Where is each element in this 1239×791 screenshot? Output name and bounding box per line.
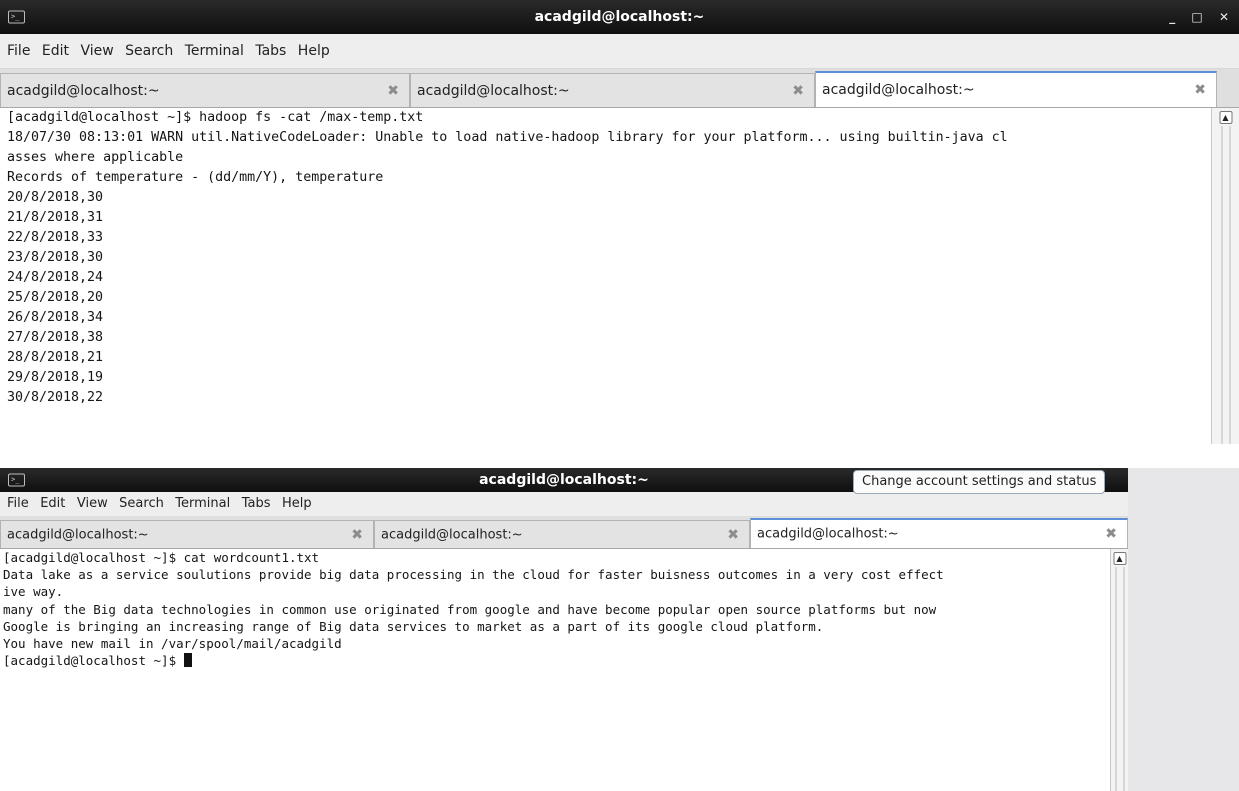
menu-view[interactable]: View xyxy=(80,34,113,68)
menu-edit[interactable]: Edit xyxy=(42,34,69,68)
text-cursor xyxy=(183,653,192,668)
terminal-line: Data lake as a service soulutions provid… xyxy=(3,567,944,583)
terminal-line: You have new mail in /var/spool/mail/aca… xyxy=(3,636,342,652)
tab-label: acadgild@localhost:~ xyxy=(7,82,160,99)
terminal-line: [acadgild@localhost ~]$ cat wordcount1.t… xyxy=(3,550,320,565)
terminal-line: 26/8/2018,34 xyxy=(7,310,104,325)
terminal-line: 22/8/2018,33 xyxy=(7,230,104,245)
scrollbar-track[interactable] xyxy=(1221,126,1230,444)
close-icon[interactable]: ✖ xyxy=(1194,82,1206,98)
terminal-line: ive way. xyxy=(3,584,64,600)
terminal-line: Google is bringing an increasing range o… xyxy=(3,618,824,634)
close-icon[interactable]: ✖ xyxy=(351,527,363,543)
menu-help[interactable]: Help xyxy=(282,492,312,516)
menu-terminal[interactable]: Terminal xyxy=(175,492,230,516)
tab-2[interactable]: acadgild@localhost:~ ✖ xyxy=(374,520,750,548)
tab-1[interactable]: acadgild@localhost:~ ✖ xyxy=(0,73,410,107)
terminal-output[interactable]: [acadgild@localhost ~]$ cat wordcount1.t… xyxy=(0,549,1111,791)
terminal-line: 27/8/2018,38 xyxy=(7,330,104,345)
close-icon[interactable]: ✖ xyxy=(1105,526,1117,542)
menubar: File Edit View Search Terminal Tabs Help xyxy=(0,34,1239,69)
window-title: acadgild@localhost:~ xyxy=(534,9,705,25)
tab-2[interactable]: acadgild@localhost:~ ✖ xyxy=(410,73,815,107)
scroll-up-arrow-icon[interactable]: ▲ xyxy=(1113,552,1126,565)
tab-label: acadgild@localhost:~ xyxy=(822,82,975,98)
tab-3-active[interactable]: acadgild@localhost:~ ✖ xyxy=(815,71,1217,107)
menu-tabs[interactable]: Tabs xyxy=(255,34,286,68)
menu-help[interactable]: Help xyxy=(298,34,330,68)
scrollbar-track[interactable] xyxy=(1115,567,1124,791)
maximize-icon[interactable]: □ xyxy=(1191,10,1202,24)
close-icon[interactable]: ✖ xyxy=(387,83,399,99)
terminal-line: 21/8/2018,31 xyxy=(7,210,104,225)
menu-search[interactable]: Search xyxy=(119,492,164,516)
terminal-window-top: >_ acadgild@localhost:~ _ □ ✕ File Edit … xyxy=(0,0,1239,444)
menu-tabs[interactable]: Tabs xyxy=(242,492,271,516)
terminal-line: many of the Big data technologies in com… xyxy=(3,601,937,617)
vertical-scrollbar[interactable]: ▲ xyxy=(1110,549,1128,791)
scroll-up-arrow-icon[interactable]: ▲ xyxy=(1219,111,1232,124)
menu-file[interactable]: File xyxy=(7,34,30,68)
terminal-prompt-line: [acadgild@localhost ~]$ xyxy=(0,652,1111,669)
menu-terminal[interactable]: Terminal xyxy=(185,34,244,68)
shell-prompt: [acadgild@localhost ~]$ xyxy=(3,653,184,669)
close-icon[interactable]: ✖ xyxy=(792,83,804,99)
window-titlebar[interactable]: >_ acadgild@localhost:~ _ □ ✕ xyxy=(0,0,1239,34)
terminal-line: asses where applicable xyxy=(7,150,184,165)
menu-edit[interactable]: Edit xyxy=(40,492,65,516)
terminal-line: 24/8/2018,24 xyxy=(7,270,104,285)
tab-1[interactable]: acadgild@localhost:~ ✖ xyxy=(0,520,374,548)
terminal-line: 29/8/2018,19 xyxy=(7,370,104,385)
menu-view[interactable]: View xyxy=(77,492,108,516)
close-icon[interactable]: ✕ xyxy=(1219,10,1229,24)
minimize-icon[interactable]: _ xyxy=(1169,10,1175,24)
tab-label: acadgild@localhost:~ xyxy=(381,527,523,542)
tab-label: acadgild@localhost:~ xyxy=(757,526,899,542)
terminal-line: 20/8/2018,30 xyxy=(7,190,104,205)
menu-search[interactable]: Search xyxy=(125,34,173,68)
terminal-line: 28/8/2018,21 xyxy=(7,350,104,365)
account-settings-tooltip: Change account settings and status xyxy=(853,470,1106,494)
tab-3-active[interactable]: acadgild@localhost:~ ✖ xyxy=(750,518,1128,548)
menu-file[interactable]: File xyxy=(7,492,29,516)
terminal-line: 23/8/2018,30 xyxy=(7,250,104,265)
terminal-line: 25/8/2018,20 xyxy=(7,290,104,305)
terminal-window-bottom: >_ acadgild@localhost:~ File Edit View S… xyxy=(0,468,1128,791)
tab-label: acadgild@localhost:~ xyxy=(7,527,149,542)
tab-bar: acadgild@localhost:~ ✖ acadgild@localhos… xyxy=(0,516,1128,549)
desktop-background xyxy=(1128,468,1239,791)
tab-bar: acadgild@localhost:~ ✖ acadgild@localhos… xyxy=(0,69,1239,108)
terminal-line: 30/8/2018,22 xyxy=(7,390,104,405)
terminal-line: Records of temperature - (dd/mm/Y), temp… xyxy=(7,170,384,185)
vertical-scrollbar[interactable]: ▲ xyxy=(1211,108,1239,444)
close-icon[interactable]: ✖ xyxy=(727,527,739,543)
terminal-output[interactable]: [acadgild@localhost ~]$ hadoop fs -cat /… xyxy=(0,108,1212,444)
tab-label: acadgild@localhost:~ xyxy=(417,82,570,99)
menubar: File Edit View Search Terminal Tabs Help xyxy=(0,492,1128,516)
terminal-line: [acadgild@localhost ~]$ hadoop fs -cat /… xyxy=(7,110,424,125)
terminal-line: 18/07/30 08:13:01 WARN util.NativeCodeLo… xyxy=(7,130,1008,145)
